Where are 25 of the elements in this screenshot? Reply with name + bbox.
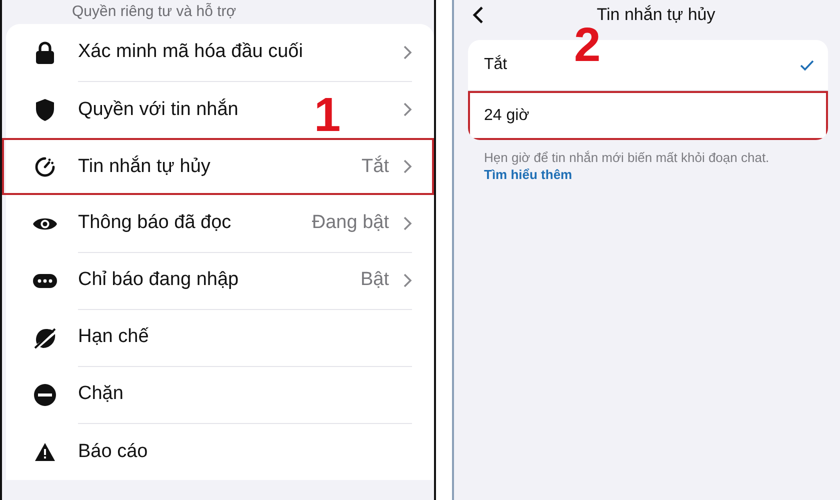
row-value: Bật bbox=[360, 269, 389, 291]
section-title: Quyền riêng tư và hỗ trợ bbox=[71, 2, 238, 22]
learn-more-link[interactable]: Tìm hiểu thêm bbox=[484, 166, 572, 182]
row-label[interactable]: Thông báo đã đọc bbox=[78, 212, 232, 234]
shield-icon bbox=[35, 98, 55, 122]
option-label[interactable]: Tắt bbox=[484, 56, 508, 74]
row-label[interactable]: Xác minh mã hóa đầu cuối bbox=[78, 41, 303, 63]
lock-icon bbox=[35, 40, 55, 64]
typing-dots-icon bbox=[32, 272, 58, 288]
row-label[interactable]: Tin nhắn tự hủy bbox=[78, 156, 210, 178]
row-label[interactable]: Hạn chế bbox=[78, 326, 149, 348]
row-label[interactable]: Quyền với tin nhắn bbox=[78, 98, 238, 120]
timer-icon bbox=[34, 156, 56, 178]
option-label[interactable]: 24 giờ bbox=[484, 106, 530, 124]
restrict-icon bbox=[33, 326, 57, 350]
block-icon bbox=[33, 382, 57, 406]
description-text: Hẹn giờ để tin nhắn mới biến mất khỏi đoạn chat. Tìm hiểu thêm bbox=[484, 150, 770, 184]
row-label[interactable]: Chỉ báo đang nhập bbox=[78, 269, 239, 291]
back-icon[interactable] bbox=[472, 6, 484, 24]
row-label[interactable]: Chặn bbox=[78, 383, 124, 405]
step-number: 1 bbox=[314, 88, 341, 143]
warning-icon bbox=[34, 442, 56, 462]
row-value: Đang bật bbox=[312, 212, 389, 234]
row-label[interactable]: Báo cáo bbox=[78, 440, 148, 462]
row-value: Tắt bbox=[362, 156, 389, 178]
